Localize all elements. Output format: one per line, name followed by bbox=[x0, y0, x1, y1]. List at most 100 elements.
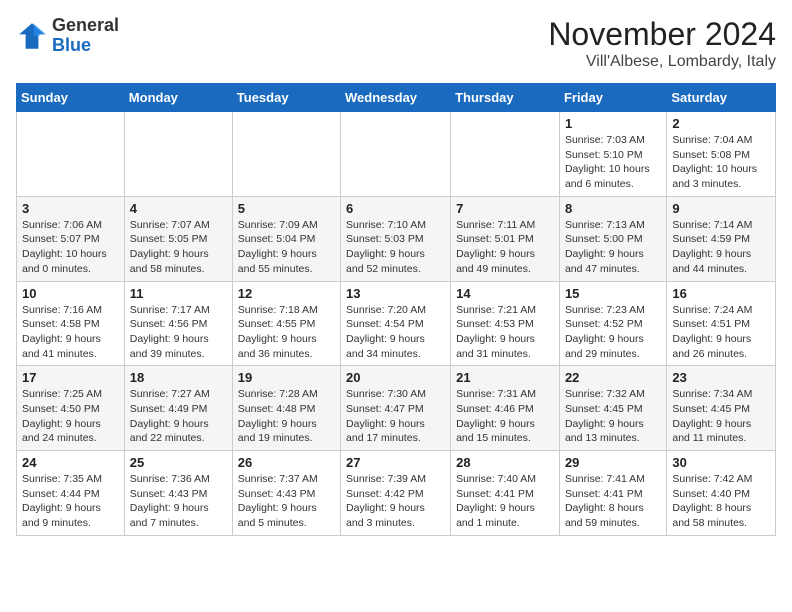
day-number: 5 bbox=[238, 201, 335, 216]
weekday-header-saturday: Saturday bbox=[667, 84, 776, 112]
calendar-cell: 1Sunrise: 7:03 AMSunset: 5:10 PMDaylight… bbox=[559, 112, 666, 197]
calendar-cell: 10 Sunrise: 7:16 AMSunset: 4:58 PMDayligh… bbox=[17, 281, 125, 366]
calendar-cell: 3 Sunrise: 7:06 AMSunset: 5:07 PMDaylight… bbox=[17, 196, 125, 281]
day-info: Sunrise: 7:16 AMSunset: 4:58 PMDaylight:… bbox=[22, 304, 102, 360]
calendar-cell bbox=[17, 112, 125, 197]
day-info: Sunrise: 7:14 AMSunset: 4:59 PMDaylight:… bbox=[672, 219, 752, 275]
day-number: 25 bbox=[130, 455, 227, 470]
weekday-header-tuesday: Tuesday bbox=[232, 84, 340, 112]
day-info: Sunrise: 7:39 AMSunset: 4:42 PMDaylight:… bbox=[346, 473, 426, 529]
day-number: 21 bbox=[456, 370, 554, 385]
day-info: Sunrise: 7:10 AMSunset: 5:03 PMDaylight:… bbox=[346, 219, 426, 275]
day-info: Sunrise: 7:42 AMSunset: 4:40 PMDaylight:… bbox=[672, 473, 752, 529]
day-info: Sunrise: 7:03 AMSunset: 5:10 PMDaylight:… bbox=[565, 134, 650, 190]
week-row-1: 3 Sunrise: 7:06 AMSunset: 5:07 PMDaylight… bbox=[17, 196, 776, 281]
calendar-cell: 24Sunrise: 7:35 AMSunset: 4:44 PMDayligh… bbox=[17, 451, 125, 536]
logo-general: General bbox=[52, 16, 119, 36]
day-number: 2 bbox=[672, 116, 770, 131]
day-info: Sunrise: 7:04 AMSunset: 5:08 PMDaylight:… bbox=[672, 134, 757, 190]
weekday-header-friday: Friday bbox=[559, 84, 666, 112]
day-info: Sunrise: 7:32 AMSunset: 4:45 PMDaylight:… bbox=[565, 388, 645, 444]
day-number: 27 bbox=[346, 455, 445, 470]
calendar-cell: 20 Sunrise: 7:30 AMSunset: 4:47 PMDayligh… bbox=[341, 366, 451, 451]
day-number: 22 bbox=[565, 370, 661, 385]
day-number: 20 bbox=[346, 370, 445, 385]
day-info: Sunrise: 7:06 AMSunset: 5:07 PMDaylight:… bbox=[22, 219, 107, 275]
day-number: 7 bbox=[456, 201, 554, 216]
day-number: 29 bbox=[565, 455, 661, 470]
week-row-0: 1Sunrise: 7:03 AMSunset: 5:10 PMDaylight… bbox=[17, 112, 776, 197]
day-info: Sunrise: 7:31 AMSunset: 4:46 PMDaylight:… bbox=[456, 388, 536, 444]
day-info: Sunrise: 7:36 AMSunset: 4:43 PMDaylight:… bbox=[130, 473, 210, 529]
day-info: Sunrise: 7:11 AMSunset: 5:01 PMDaylight:… bbox=[456, 219, 535, 275]
day-number: 9 bbox=[672, 201, 770, 216]
day-number: 16 bbox=[672, 286, 770, 301]
day-info: Sunrise: 7:07 AMSunset: 5:05 PMDaylight:… bbox=[130, 219, 210, 275]
day-info: Sunrise: 7:18 AMSunset: 4:55 PMDaylight:… bbox=[238, 304, 318, 360]
day-info: Sunrise: 7:40 AMSunset: 4:41 PMDaylight:… bbox=[456, 473, 536, 529]
calendar-cell: 28 Sunrise: 7:40 AMSunset: 4:41 PMDayligh… bbox=[451, 451, 560, 536]
calendar-cell: 30 Sunrise: 7:42 AMSunset: 4:40 PMDayligh… bbox=[667, 451, 776, 536]
weekday-header-thursday: Thursday bbox=[451, 84, 560, 112]
calendar-cell: 16Sunrise: 7:24 AMSunset: 4:51 PMDayligh… bbox=[667, 281, 776, 366]
weekday-header-row: SundayMondayTuesdayWednesdayThursdayFrid… bbox=[17, 84, 776, 112]
calendar-cell: 2 Sunrise: 7:04 AMSunset: 5:08 PMDaylight… bbox=[667, 112, 776, 197]
calendar-cell: 27 Sunrise: 7:39 AMSunset: 4:42 PMDayligh… bbox=[341, 451, 451, 536]
day-number: 30 bbox=[672, 455, 770, 470]
month-title: November 2024 bbox=[548, 16, 776, 53]
calendar-cell: 9 Sunrise: 7:14 AMSunset: 4:59 PMDaylight… bbox=[667, 196, 776, 281]
calendar-cell: 5 Sunrise: 7:09 AMSunset: 5:04 PMDaylight… bbox=[232, 196, 340, 281]
day-number: 8 bbox=[565, 201, 661, 216]
day-info: Sunrise: 7:13 AMSunset: 5:00 PMDaylight:… bbox=[565, 219, 645, 275]
calendar-cell: 11 Sunrise: 7:17 AMSunset: 4:56 PMDayligh… bbox=[124, 281, 232, 366]
day-info: Sunrise: 7:20 AMSunset: 4:54 PMDaylight:… bbox=[346, 304, 426, 360]
calendar-cell bbox=[232, 112, 340, 197]
calendar-cell: 23Sunrise: 7:34 AMSunset: 4:45 PMDayligh… bbox=[667, 366, 776, 451]
calendar-cell: 6 Sunrise: 7:10 AMSunset: 5:03 PMDaylight… bbox=[341, 196, 451, 281]
day-number: 14 bbox=[456, 286, 554, 301]
week-row-4: 24Sunrise: 7:35 AMSunset: 4:44 PMDayligh… bbox=[17, 451, 776, 536]
weekday-header-sunday: Sunday bbox=[17, 84, 125, 112]
day-number: 19 bbox=[238, 370, 335, 385]
day-number: 10 bbox=[22, 286, 119, 301]
day-info: Sunrise: 7:34 AMSunset: 4:45 PMDaylight:… bbox=[672, 388, 752, 444]
day-number: 4 bbox=[130, 201, 227, 216]
day-number: 26 bbox=[238, 455, 335, 470]
day-info: Sunrise: 7:28 AMSunset: 4:48 PMDaylight:… bbox=[238, 388, 318, 444]
day-info: Sunrise: 7:30 AMSunset: 4:47 PMDaylight:… bbox=[346, 388, 426, 444]
page-header: General Blue November 2024 Vill'Albese, … bbox=[16, 16, 776, 71]
day-info: Sunrise: 7:37 AMSunset: 4:43 PMDaylight:… bbox=[238, 473, 318, 529]
day-info: Sunrise: 7:17 AMSunset: 4:56 PMDaylight:… bbox=[130, 304, 210, 360]
week-row-3: 17 Sunrise: 7:25 AMSunset: 4:50 PMDayligh… bbox=[17, 366, 776, 451]
day-number: 6 bbox=[346, 201, 445, 216]
day-number: 15 bbox=[565, 286, 661, 301]
calendar-cell: 12 Sunrise: 7:18 AMSunset: 4:55 PMDayligh… bbox=[232, 281, 340, 366]
calendar-cell: 17 Sunrise: 7:25 AMSunset: 4:50 PMDayligh… bbox=[17, 366, 125, 451]
day-number: 12 bbox=[238, 286, 335, 301]
calendar-cell bbox=[451, 112, 560, 197]
calendar-cell: 26 Sunrise: 7:37 AMSunset: 4:43 PMDayligh… bbox=[232, 451, 340, 536]
day-info: Sunrise: 7:41 AMSunset: 4:41 PMDaylight:… bbox=[565, 473, 645, 529]
calendar-cell: 25 Sunrise: 7:36 AMSunset: 4:43 PMDayligh… bbox=[124, 451, 232, 536]
calendar-cell: 19 Sunrise: 7:28 AMSunset: 4:48 PMDayligh… bbox=[232, 366, 340, 451]
day-number: 11 bbox=[130, 286, 227, 301]
calendar-cell: 8 Sunrise: 7:13 AMSunset: 5:00 PMDaylight… bbox=[559, 196, 666, 281]
calendar-cell: 15 Sunrise: 7:23 AMSunset: 4:52 PMDayligh… bbox=[559, 281, 666, 366]
calendar-cell: 29 Sunrise: 7:41 AMSunset: 4:41 PMDayligh… bbox=[559, 451, 666, 536]
logo-blue: Blue bbox=[52, 36, 119, 56]
weekday-header-wednesday: Wednesday bbox=[341, 84, 451, 112]
logo-icon bbox=[16, 20, 48, 52]
logo: General Blue bbox=[16, 16, 119, 56]
day-number: 17 bbox=[22, 370, 119, 385]
title-block: November 2024 Vill'Albese, Lombardy, Ita… bbox=[548, 16, 776, 71]
day-number: 24 bbox=[22, 455, 119, 470]
day-info: Sunrise: 7:23 AMSunset: 4:52 PMDaylight:… bbox=[565, 304, 645, 360]
day-info: Sunrise: 7:09 AMSunset: 5:04 PMDaylight:… bbox=[238, 219, 318, 275]
calendar-cell: 22 Sunrise: 7:32 AMSunset: 4:45 PMDayligh… bbox=[559, 366, 666, 451]
day-number: 3 bbox=[22, 201, 119, 216]
day-number: 28 bbox=[456, 455, 554, 470]
calendar-cell bbox=[124, 112, 232, 197]
day-info: Sunrise: 7:25 AMSunset: 4:50 PMDaylight:… bbox=[22, 388, 102, 444]
location: Vill'Albese, Lombardy, Italy bbox=[548, 53, 776, 71]
calendar-cell: 4 Sunrise: 7:07 AMSunset: 5:05 PMDaylight… bbox=[124, 196, 232, 281]
